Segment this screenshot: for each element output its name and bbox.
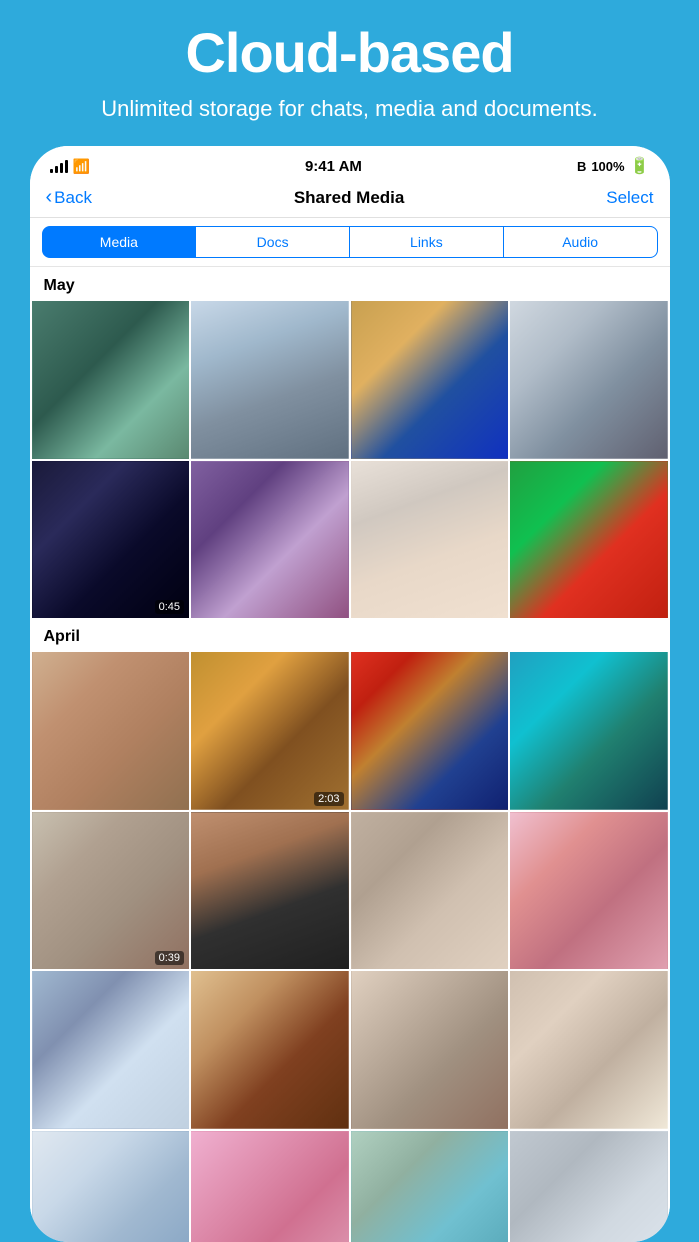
status-time: 9:41 AM — [305, 158, 362, 175]
back-chevron-icon: ‹ — [46, 186, 53, 209]
media-cell[interactable] — [191, 461, 349, 619]
media-cell[interactable] — [351, 301, 509, 459]
app-background: Cloud-based Unlimited storage for chats,… — [0, 0, 699, 1242]
media-cell[interactable] — [351, 812, 509, 970]
media-cell[interactable] — [191, 1131, 349, 1242]
media-cell[interactable] — [191, 301, 349, 459]
media-cell[interactable]: 2:03 — [191, 652, 349, 810]
media-cell[interactable]: 0:39 — [32, 812, 190, 970]
battery-icon: 🔋 — [630, 156, 650, 176]
media-cell[interactable] — [510, 301, 668, 459]
select-button[interactable]: Select — [606, 188, 653, 208]
media-cell[interactable]: 4:26 — [510, 1131, 668, 1242]
media-content[interactable]: May 0:45 — [30, 267, 670, 1242]
media-cell[interactable] — [191, 812, 349, 970]
video-duration: 0:45 — [155, 600, 184, 614]
back-button[interactable]: ‹ Back — [46, 186, 92, 209]
bottom-grid: 4:26 — [30, 1131, 670, 1242]
media-cell[interactable] — [351, 652, 509, 810]
media-cell[interactable]: 0:45 — [32, 461, 190, 619]
nav-title: Shared Media — [294, 188, 405, 208]
hero-title: Cloud-based — [165, 0, 533, 94]
media-cell[interactable] — [510, 461, 668, 619]
status-left: 📶 — [50, 158, 90, 175]
navigation-bar: ‹ Back Shared Media Select — [30, 182, 670, 218]
media-cell[interactable] — [32, 971, 190, 1129]
section-header-may: May — [30, 267, 670, 301]
tab-media[interactable]: Media — [42, 226, 197, 258]
april-grid: 2:03 0:39 — [30, 652, 670, 1129]
hero-subtitle: Unlimited storage for chats, media and d… — [61, 94, 637, 147]
media-cell[interactable] — [510, 652, 668, 810]
video-duration: 2:03 — [314, 792, 343, 806]
back-label: Back — [54, 188, 92, 208]
media-cell[interactable] — [191, 971, 349, 1129]
media-cell[interactable] — [510, 812, 668, 970]
wifi-icon: 📶 — [73, 158, 90, 175]
tab-links[interactable]: Links — [350, 226, 504, 258]
media-cell[interactable] — [510, 971, 668, 1129]
status-right: B 100% 🔋 — [577, 156, 650, 176]
media-cell[interactable] — [351, 971, 509, 1129]
media-cell[interactable] — [351, 461, 509, 619]
tab-audio[interactable]: Audio — [504, 226, 658, 258]
media-cell[interactable] — [32, 1131, 190, 1242]
battery-percent: 100% — [591, 159, 624, 174]
media-cell[interactable] — [32, 652, 190, 810]
tab-docs[interactable]: Docs — [196, 226, 350, 258]
media-cell[interactable] — [32, 301, 190, 459]
may-grid: 0:45 — [30, 301, 670, 618]
video-duration: 0:39 — [155, 951, 184, 965]
status-bar: 📶 9:41 AM B 100% 🔋 — [30, 146, 670, 182]
section-header-april: April — [30, 618, 670, 652]
bluetooth-icon: B — [577, 159, 586, 174]
signal-icon — [50, 159, 68, 173]
phone-frame: 📶 9:41 AM B 100% 🔋 ‹ Back Shared Media S… — [30, 146, 670, 1242]
tabs-bar: Media Docs Links Audio — [30, 218, 670, 267]
media-cell[interactable] — [351, 1131, 509, 1242]
